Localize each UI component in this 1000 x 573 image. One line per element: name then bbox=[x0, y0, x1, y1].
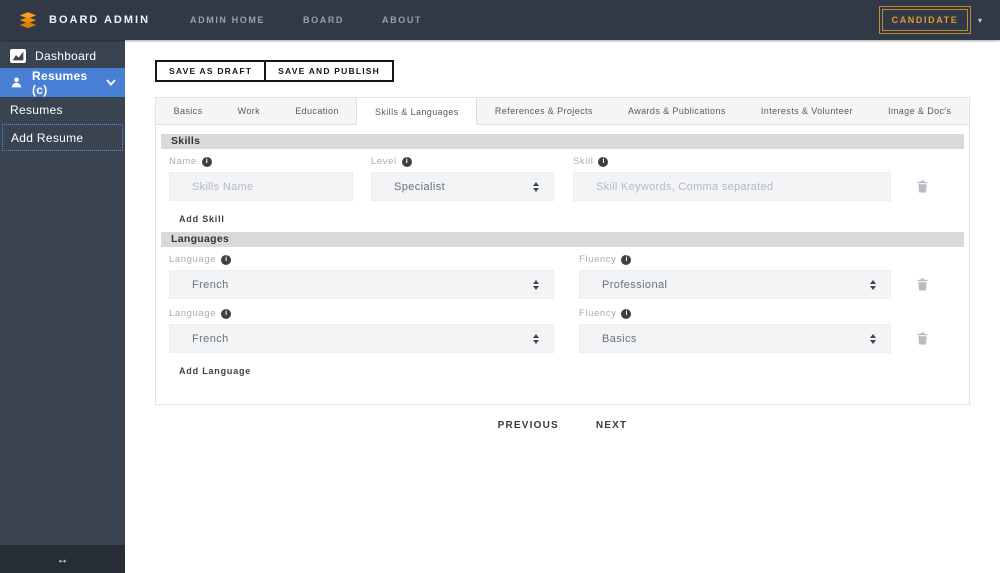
delete-skill-button[interactable] bbox=[904, 172, 940, 201]
delete-language-button[interactable] bbox=[904, 270, 940, 299]
fluency-label: Fluency bbox=[579, 308, 617, 319]
info-icon[interactable]: i bbox=[221, 308, 232, 319]
tab-education[interactable]: Education bbox=[278, 98, 357, 124]
sidebar-item-label: Resumes (c) bbox=[32, 68, 88, 97]
tab-interests-volunteer[interactable]: Interests & Volunteer bbox=[743, 98, 870, 124]
next-button[interactable]: NEXT bbox=[596, 420, 627, 431]
sidebar-item-dashboard[interactable]: Dashboard bbox=[0, 43, 125, 68]
previous-button[interactable]: PREVIOUS bbox=[498, 420, 559, 431]
brand-title: BOARD ADMIN bbox=[49, 14, 151, 26]
skill-level-value: Specialist bbox=[394, 180, 446, 193]
person-icon bbox=[10, 76, 23, 89]
tab-panel-skills-languages: Skills Name i Level i bbox=[156, 125, 969, 404]
brand[interactable]: BOARD ADMIN bbox=[0, 11, 151, 29]
logo-layers-icon bbox=[17, 11, 39, 29]
main-content: SAVE AS DRAFT SAVE AND PUBLISH Basics Wo… bbox=[125, 40, 1000, 573]
language-group: Language i French bbox=[169, 301, 554, 353]
skill-keywords-group: Skill i bbox=[573, 149, 891, 201]
fluency-group: Fluency i Basics bbox=[579, 301, 891, 353]
save-and-publish-button[interactable]: SAVE AND PUBLISH bbox=[264, 60, 394, 82]
info-icon[interactable]: i bbox=[621, 308, 632, 319]
nav-link-admin-home[interactable]: ADMIN HOME bbox=[190, 15, 265, 25]
trash-icon bbox=[916, 180, 928, 193]
tab-basics[interactable]: Basics bbox=[156, 98, 220, 124]
language-row: Language i French Fluency i bbox=[169, 301, 956, 353]
language-row: Language i French Fluency i bbox=[169, 247, 956, 299]
nav-links: ADMIN HOME BOARD ABOUT bbox=[190, 15, 422, 25]
trash-icon bbox=[916, 332, 928, 345]
info-icon[interactable]: i bbox=[621, 254, 632, 265]
select-arrows-icon bbox=[533, 279, 539, 290]
select-arrows-icon bbox=[870, 333, 876, 344]
pager: PREVIOUS NEXT bbox=[125, 420, 1000, 431]
fluency-value: Professional bbox=[602, 278, 668, 291]
sidebar-item-resumes-group[interactable]: Resumes (c) bbox=[0, 68, 125, 97]
info-icon[interactable]: i bbox=[201, 156, 212, 167]
fluency-select[interactable]: Professional bbox=[579, 270, 891, 299]
tab-skills-languages[interactable]: Skills & Languages bbox=[356, 98, 478, 125]
tab-awards-publications[interactable]: Awards & Publications bbox=[610, 98, 743, 124]
language-group: Language i French bbox=[169, 247, 554, 299]
chevron-down-icon[interactable]: ▾ bbox=[978, 16, 982, 25]
select-arrows-icon bbox=[870, 279, 876, 290]
resize-horizontal-icon: ↔ bbox=[56, 552, 69, 566]
select-arrows-icon bbox=[533, 333, 539, 344]
skill-level-label: Level bbox=[371, 156, 397, 167]
languages-section-header: Languages bbox=[161, 232, 964, 247]
fluency-label: Fluency bbox=[579, 254, 617, 265]
navbar-right: CANDIDATE ▾ bbox=[878, 6, 1000, 34]
info-icon[interactable]: i bbox=[401, 156, 412, 167]
select-arrows-icon bbox=[533, 181, 539, 192]
delete-language-button[interactable] bbox=[904, 324, 940, 353]
fluency-value: Basics bbox=[602, 332, 637, 345]
fluency-group: Fluency i Professional bbox=[579, 247, 891, 299]
top-navbar: BOARD ADMIN ADMIN HOME BOARD ABOUT CANDI… bbox=[0, 0, 1000, 40]
language-label: Language bbox=[169, 308, 217, 319]
save-as-draft-button[interactable]: SAVE AS DRAFT bbox=[155, 60, 267, 82]
language-select[interactable]: French bbox=[169, 324, 554, 353]
tab-image-docs[interactable]: Image & Doc's bbox=[870, 98, 969, 124]
chevron-down-icon bbox=[106, 79, 116, 86]
info-icon[interactable]: i bbox=[598, 156, 609, 167]
candidate-button[interactable]: CANDIDATE bbox=[878, 6, 971, 34]
skill-name-group: Name i bbox=[169, 149, 353, 201]
resume-form-card: Basics Work Education Skills & Languages… bbox=[155, 97, 970, 405]
fluency-select[interactable]: Basics bbox=[579, 324, 891, 353]
language-label: Language bbox=[169, 254, 217, 265]
skills-section-header: Skills bbox=[161, 134, 964, 149]
skill-level-group: Level i Specialist bbox=[371, 149, 554, 201]
save-actions: SAVE AS DRAFT SAVE AND PUBLISH bbox=[155, 60, 1000, 82]
tab-work[interactable]: Work bbox=[220, 98, 278, 124]
nav-link-board[interactable]: BOARD bbox=[303, 15, 344, 25]
skill-name-label: Name bbox=[169, 156, 197, 167]
trash-icon bbox=[916, 278, 928, 291]
sidebar-item-add-resume[interactable]: Add Resume bbox=[2, 124, 123, 151]
sidebar: Dashboard Resumes (c) Resumes Add Resume… bbox=[0, 40, 125, 573]
skill-name-input[interactable] bbox=[169, 172, 353, 201]
skill-row: Name i Level i Specialist bbox=[169, 149, 956, 201]
add-skill-button[interactable]: Add Skill bbox=[179, 214, 225, 224]
sidebar-collapse-toggle[interactable]: ↔ bbox=[0, 545, 125, 573]
skill-keywords-label: Skill bbox=[573, 156, 594, 167]
skills-section-body: Name i Level i Specialist bbox=[161, 149, 964, 224]
tab-references-projects[interactable]: References & Projects bbox=[477, 98, 610, 124]
sidebar-item-resumes[interactable]: Resumes bbox=[0, 97, 125, 123]
sidebar-item-label: Dashboard bbox=[35, 48, 97, 63]
language-select[interactable]: French bbox=[169, 270, 554, 299]
sidebar-item-label: Add Resume bbox=[11, 130, 84, 145]
sidebar-item-label: Resumes bbox=[10, 103, 63, 117]
language-value: French bbox=[192, 278, 229, 291]
skill-keywords-input[interactable] bbox=[573, 172, 891, 201]
skill-level-select[interactable]: Specialist bbox=[371, 172, 554, 201]
dashboard-chart-icon bbox=[10, 48, 26, 63]
languages-section-body: Language i French Fluency i Professional… bbox=[161, 247, 964, 376]
add-language-button[interactable]: Add Language bbox=[179, 366, 251, 376]
info-icon[interactable]: i bbox=[221, 254, 232, 265]
language-value: French bbox=[192, 332, 229, 345]
nav-link-about[interactable]: ABOUT bbox=[382, 15, 422, 25]
form-tabs: Basics Work Education Skills & Languages… bbox=[156, 98, 969, 125]
